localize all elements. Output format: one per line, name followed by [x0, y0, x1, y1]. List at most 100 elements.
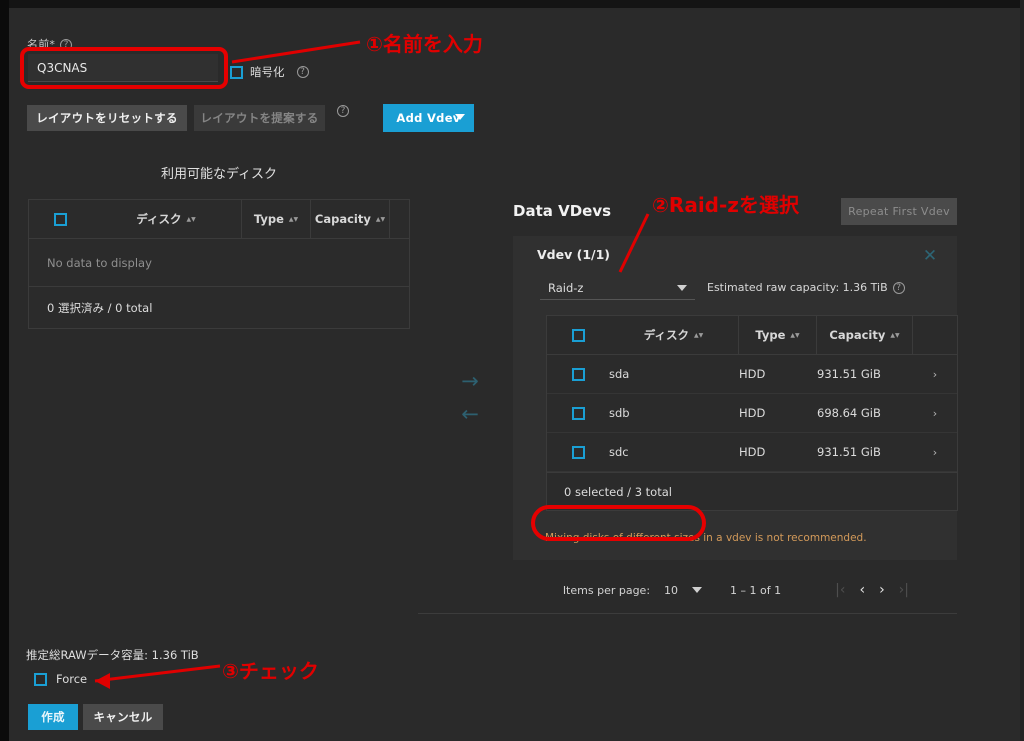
page-range-label: 1 – 1 of 1 — [730, 583, 782, 597]
layout-help-icon[interactable]: ? — [337, 105, 349, 117]
select-all-checkbox[interactable] — [53, 212, 67, 226]
chevron-right-icon[interactable]: › — [913, 407, 957, 420]
sort-icon[interactable]: ▲▼ — [890, 332, 899, 338]
cancel-button[interactable]: キャンセル — [83, 704, 163, 730]
move-right-icon[interactable]: → — [461, 371, 479, 392]
help-icon[interactable]: ? — [60, 39, 73, 51]
table-row[interactable]: sda HDD 931.51 GiB › — [547, 355, 957, 394]
row-checkbox[interactable] — [571, 367, 585, 381]
chevron-right-icon[interactable]: › — [913, 368, 957, 381]
column-header-disk[interactable]: ディスク ▲▼ — [91, 199, 242, 239]
move-left-icon[interactable]: ← — [461, 404, 479, 425]
sort-icon[interactable]: ▲▼ — [186, 216, 195, 222]
column-header-actions — [913, 316, 957, 355]
sort-icon[interactable]: ▲▼ — [376, 216, 385, 222]
previous-page-icon[interactable]: ‹ — [859, 582, 865, 598]
vdev-layout-select[interactable]: Raid-z — [540, 276, 695, 300]
column-header-capacity[interactable]: Capacity ▲▼ — [817, 315, 913, 355]
encryption-checkbox-row[interactable]: 暗号化 ? — [230, 64, 309, 80]
force-checkbox-row[interactable]: Force — [34, 672, 87, 686]
pool-creation-wizard: 名前*? 暗号化 ? レイアウトをリセットする レイアウトを提案する ? Add… — [0, 0, 1024, 741]
raw-capacity-summary: 推定総RAWデータ容量: 1.36 TiB — [26, 648, 199, 662]
column-header-type[interactable]: Type ▲▼ — [242, 199, 311, 239]
available-disks-footer: 0 選択済み / 0 total — [47, 300, 153, 315]
pool-name-input[interactable] — [28, 54, 218, 82]
column-label-type: Type — [253, 212, 284, 226]
chevron-down-icon[interactable] — [692, 587, 703, 593]
available-disks-table: ディスク ▲▼ Type ▲▼ Capacity ▲▼ No data to d… — [28, 199, 410, 329]
capacity-help-icon[interactable]: ? — [892, 282, 905, 294]
estimated-capacity-label: Estimated raw capacity: 1.36 TiB — [707, 281, 888, 294]
column-label-disk: ディスク — [136, 212, 182, 226]
encryption-label: 暗号化 — [250, 65, 285, 79]
select-all-checkbox[interactable] — [571, 328, 585, 342]
cell-capacity: 931.51 GiB — [817, 445, 881, 459]
cell-disk: sdb — [609, 406, 630, 420]
available-disks-title: 利用可能なディスク — [160, 167, 278, 182]
annotation-step-2: ②Raid-zを選択 — [652, 193, 799, 217]
chevron-right-icon[interactable]: › — [913, 446, 957, 459]
annotation-step-1: ①名前を入力 — [366, 32, 483, 56]
window-left-frame — [0, 0, 9, 741]
vdev-layout-value: Raid-z — [548, 280, 584, 295]
encryption-checkbox[interactable] — [230, 65, 243, 79]
row-select-cell[interactable] — [547, 367, 609, 381]
vdev-card-title: Vdev (1/1) — [537, 247, 610, 262]
vdev-disks-table: ディスク ▲▼ Type ▲▼ Capacity ▲▼ sda HDD 931.… — [546, 315, 958, 511]
table-row[interactable]: sdb HDD 698.64 GiB › — [547, 394, 957, 433]
estimated-capacity-text: Estimated raw capacity: 1.36 TiB? — [707, 281, 905, 294]
items-per-page-label: Items per page: — [562, 583, 651, 597]
sort-icon[interactable]: ▲▼ — [289, 216, 298, 222]
column-header-type[interactable]: Type ▲▼ — [739, 315, 817, 355]
column-header-actions — [390, 200, 409, 239]
row-select-cell[interactable] — [547, 406, 609, 420]
annotation-step-3: ③チェック — [222, 659, 319, 683]
sort-icon[interactable]: ▲▼ — [694, 332, 703, 338]
column-label-type: Type — [755, 328, 786, 342]
row-select-cell[interactable] — [547, 445, 609, 459]
window-right-frame — [1020, 0, 1024, 741]
close-icon[interactable]: ✕ — [917, 243, 943, 269]
table-header-row: ディスク ▲▼ Type ▲▼ Capacity ▲▼ — [547, 315, 957, 355]
column-header-disk[interactable]: ディスク ▲▼ — [609, 315, 739, 355]
items-per-page-value[interactable]: 10 — [664, 584, 678, 597]
select-all-cell[interactable] — [29, 200, 91, 239]
divider — [418, 613, 957, 614]
force-label: Force — [56, 672, 88, 686]
vdev-card: Vdev (1/1) ✕ Raid-z Estimated raw capaci… — [513, 236, 958, 560]
next-page-icon[interactable]: › — [879, 582, 885, 598]
table-row[interactable]: sdc HDD 931.51 GiB › — [547, 433, 957, 472]
first-page-icon[interactable]: |‹ — [835, 582, 845, 598]
last-page-icon[interactable]: ›| — [899, 582, 909, 598]
chevron-down-icon[interactable] — [677, 285, 687, 291]
row-checkbox[interactable] — [571, 445, 585, 459]
cell-disk: sdc — [609, 445, 629, 459]
select-all-cell[interactable] — [547, 316, 609, 355]
window-top-frame — [0, 0, 1024, 8]
cell-type: HDD — [739, 406, 766, 420]
column-label-capacity: Capacity — [314, 212, 371, 226]
row-checkbox[interactable] — [571, 406, 585, 420]
table-header-row: ディスク ▲▼ Type ▲▼ Capacity ▲▼ — [29, 199, 409, 239]
cell-type: HDD — [739, 367, 766, 381]
vdev-table-footer: 0 selected / 3 total — [547, 472, 957, 510]
name-field-label: 名前*? — [27, 36, 73, 52]
empty-state-message: No data to display — [29, 239, 409, 287]
create-button[interactable]: 作成 — [28, 704, 78, 730]
cell-type: HDD — [739, 445, 766, 459]
name-label-text: 名前* — [27, 38, 56, 51]
sort-icon[interactable]: ▲▼ — [790, 332, 799, 338]
cell-disk: sda — [609, 367, 630, 381]
reset-layout-button[interactable]: レイアウトをリセットする — [27, 105, 187, 131]
transfer-controls: → ← — [448, 365, 492, 431]
column-header-capacity[interactable]: Capacity ▲▼ — [311, 199, 390, 239]
cell-capacity: 698.64 GiB — [817, 406, 881, 420]
chevron-down-icon[interactable] — [455, 114, 465, 120]
paginator: Items per page: 10 1 – 1 of 1 |‹ ‹ › ›| — [513, 576, 957, 604]
repeat-first-vdev-button[interactable]: Repeat First Vdev — [841, 198, 957, 225]
force-checkbox[interactable] — [34, 672, 47, 686]
encryption-help-icon[interactable]: ? — [296, 66, 309, 78]
mixed-disk-warning: Mixing disks of different sizes in a vde… — [545, 532, 867, 544]
cell-capacity: 931.51 GiB — [817, 367, 881, 381]
suggest-layout-button[interactable]: レイアウトを提案する — [194, 105, 325, 131]
